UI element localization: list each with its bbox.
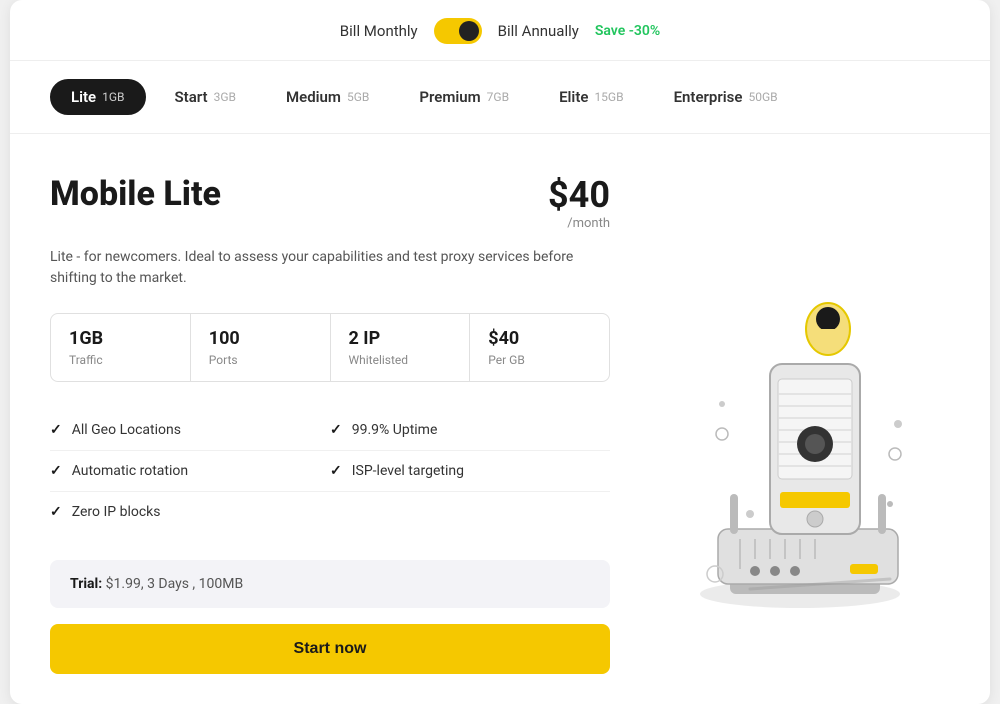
- check-icon-1: ✓: [50, 422, 62, 438]
- tab-elite[interactable]: Elite 15GB: [538, 79, 645, 115]
- feature-isp-label: ISP-level targeting: [352, 463, 464, 479]
- plan-title: Mobile Lite: [50, 174, 221, 214]
- mobile-illustration: [650, 234, 930, 614]
- stat-traffic: 1GB Traffic: [51, 314, 191, 381]
- price-period: /month: [548, 216, 610, 231]
- tab-enterprise[interactable]: Enterprise 50GB: [653, 79, 799, 115]
- tab-start[interactable]: Start 3GB: [154, 79, 257, 115]
- main-content: Mobile Lite $40 /month Lite - for newcom…: [10, 134, 990, 704]
- check-icon-4: ✓: [330, 463, 342, 479]
- tab-premium[interactable]: Premium 7GB: [398, 79, 530, 115]
- start-now-button[interactable]: Start now: [50, 624, 610, 674]
- stat-ports-value: 100: [209, 328, 312, 349]
- feature-isp: ✓ ISP-level targeting: [330, 451, 610, 492]
- feature-geo-locations-label: All Geo Locations: [72, 422, 181, 438]
- tab-medium[interactable]: Medium 5GB: [265, 79, 390, 115]
- plan-illustration: [630, 174, 950, 674]
- plan-description: Lite - for newcomers. Ideal to assess yo…: [50, 247, 610, 289]
- stat-ports-label: Ports: [209, 353, 312, 367]
- plan-price: $40 /month: [548, 174, 610, 231]
- stat-ports: 100 Ports: [191, 314, 331, 381]
- stat-per-gb-value: $40: [488, 328, 591, 349]
- bill-annually-label: Bill Annually: [498, 22, 579, 40]
- plan-header: Mobile Lite $40 /month: [50, 174, 610, 231]
- trial-box: Trial: $1.99, 3 Days , 100MB: [50, 560, 610, 608]
- tab-medium-label: Medium: [286, 88, 341, 106]
- tab-enterprise-size: 50GB: [748, 90, 777, 104]
- plan-details: Mobile Lite $40 /month Lite - for newcom…: [50, 174, 610, 674]
- stat-traffic-label: Traffic: [69, 353, 172, 367]
- stats-grid: 1GB Traffic 100 Ports 2 IP Whitelisted $…: [50, 313, 610, 382]
- stat-ip-label: Whitelisted: [349, 353, 452, 367]
- tab-premium-size: 7GB: [487, 90, 509, 104]
- tab-start-size: 3GB: [214, 90, 236, 104]
- check-icon-3: ✓: [50, 463, 62, 479]
- stat-ip-value: 2 IP: [349, 328, 452, 349]
- save-badge: Save -30%: [595, 23, 660, 39]
- tab-enterprise-label: Enterprise: [674, 88, 743, 106]
- stat-ip: 2 IP Whitelisted: [331, 314, 471, 381]
- tab-premium-label: Premium: [419, 88, 480, 106]
- trial-details: $1.99, 3 Days , 100MB: [106, 576, 244, 592]
- toggle-knob: [459, 21, 479, 41]
- plan-tabs: Lite 1GB Start 3GB Medium 5GB Premium 7G…: [10, 61, 990, 134]
- feature-uptime: ✓ 99.9% Uptime: [330, 410, 610, 451]
- tab-elite-label: Elite: [559, 88, 588, 106]
- feature-geo-locations: ✓ All Geo Locations: [50, 410, 330, 451]
- bill-monthly-label: Bill Monthly: [340, 22, 418, 40]
- pricing-card: Bill Monthly Bill Annually Save -30% Lit…: [10, 0, 990, 704]
- tab-start-label: Start: [175, 88, 208, 106]
- feature-zero-blocks: ✓ Zero IP blocks: [50, 492, 330, 532]
- tab-lite-size: 1GB: [102, 90, 124, 104]
- check-icon-5: ✓: [50, 504, 62, 520]
- feature-rotation: ✓ Automatic rotation: [50, 451, 330, 492]
- tab-elite-size: 15GB: [594, 90, 623, 104]
- stat-per-gb: $40 Per GB: [470, 314, 609, 381]
- tab-lite-label: Lite: [71, 88, 96, 106]
- feature-uptime-label: 99.9% Uptime: [352, 422, 438, 438]
- billing-bar: Bill Monthly Bill Annually Save -30%: [10, 0, 990, 61]
- check-icon-2: ✓: [330, 422, 342, 438]
- tab-lite[interactable]: Lite 1GB: [50, 79, 146, 115]
- price-amount: $40: [548, 174, 610, 216]
- features-grid: ✓ All Geo Locations ✓ 99.9% Uptime ✓ Aut…: [50, 410, 610, 532]
- billing-toggle[interactable]: [434, 18, 482, 44]
- feature-rotation-label: Automatic rotation: [72, 463, 188, 479]
- tab-medium-size: 5GB: [347, 90, 369, 104]
- stat-traffic-value: 1GB: [69, 328, 172, 349]
- trial-label: Trial:: [70, 576, 102, 592]
- feature-zero-blocks-label: Zero IP blocks: [72, 504, 161, 520]
- stat-per-gb-label: Per GB: [488, 353, 591, 367]
